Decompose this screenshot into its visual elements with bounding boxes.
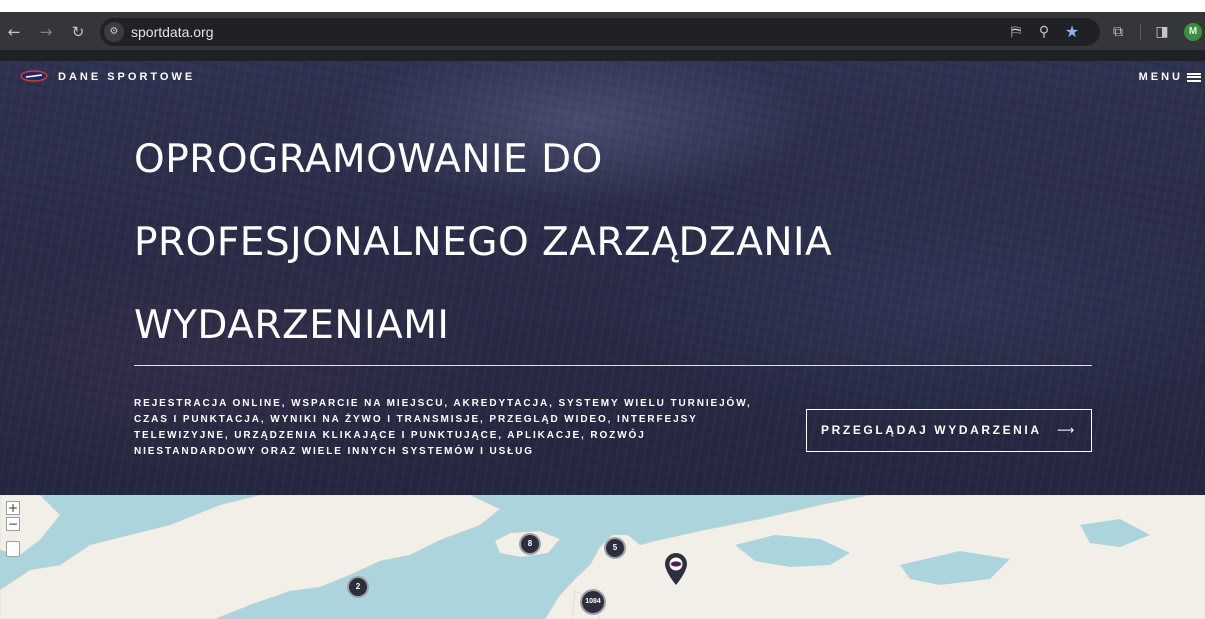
description-line: NIESTANDARDOWY ORAZ WIELE INNYCH SYSTEMÓ…: [134, 446, 534, 457]
cta-label: PRZEGLĄDAJ WYDARZENIA: [821, 423, 1042, 437]
menu-button[interactable]: MENU: [1139, 71, 1201, 83]
toolbar-divider: [1140, 24, 1141, 40]
headline-line: OPROGRAMOWANIE DO: [134, 137, 603, 182]
hero-description: REJESTRACJA ONLINE, WSPARCIE NA MIEJSCU,…: [134, 396, 794, 460]
menu-label: MENU: [1138, 71, 1183, 83]
side-panel-button[interactable]: ◨: [1152, 22, 1172, 42]
map-cluster-marker[interactable]: 1084: [580, 589, 606, 615]
map-pin-icon[interactable]: [664, 552, 688, 586]
map-cluster-marker[interactable]: 8: [519, 533, 541, 555]
zoom-button[interactable]: ⚲: [1034, 22, 1054, 42]
address-bar[interactable]: [100, 18, 1100, 46]
description-line: REJESTRACJA ONLINE, WSPARCIE NA MIEJSCU,…: [134, 398, 752, 409]
tune-icon: ⚙: [109, 26, 119, 37]
headline-line: WYDARZENIAMI: [134, 303, 450, 348]
star-icon: ★: [1064, 22, 1080, 41]
description-line: TELEWIZYJNE, URZĄDZENIA KLIKAJĄCE I PUNK…: [134, 430, 646, 441]
hero-headline: OPROGRAMOWANIE DO PROFESJONALNEGO ZARZĄD…: [134, 118, 1114, 367]
arrow-right-icon: ⟶: [1057, 423, 1077, 437]
reload-icon: ↻: [71, 23, 85, 41]
site-info-button[interactable]: ⚙: [104, 22, 124, 42]
tab-strip: [0, 0, 1205, 12]
hero-divider: [134, 365, 1092, 366]
layer-control-button[interactable]: [6, 541, 20, 557]
arrow-right-icon: →: [39, 23, 53, 41]
description-line: CZAS I PUNKTACJA, WYNIKI NA ŻYWO I TRANS…: [134, 414, 698, 425]
zoom-out-button[interactable]: −: [6, 517, 20, 531]
back-button[interactable]: ←: [4, 22, 24, 42]
hamburger-icon: [1187, 72, 1201, 82]
arrow-left-icon: ←: [7, 23, 21, 41]
extensions-button[interactable]: ⧉: [1108, 22, 1128, 42]
reload-button[interactable]: ↻: [68, 22, 88, 42]
translate-button[interactable]: ⛿: [1006, 22, 1026, 42]
url-text[interactable]: sportdata.org: [131, 24, 214, 40]
zoom-in-button[interactable]: +: [6, 501, 20, 515]
side-panel-icon: ◨: [1155, 24, 1169, 40]
browse-events-button[interactable]: PRZEGLĄDAJ WYDARZENIA ⟶: [806, 409, 1092, 452]
translate-icon: ⛿: [1010, 24, 1022, 40]
puzzle-icon: ⧉: [1113, 24, 1123, 40]
brand-name[interactable]: DANE SPORTOWE: [58, 71, 195, 83]
map-cluster-marker[interactable]: 2: [347, 576, 369, 598]
brand-logo-icon[interactable]: [20, 70, 48, 82]
forward-button[interactable]: →: [36, 22, 56, 42]
profile-avatar[interactable]: M: [1184, 23, 1202, 41]
bookmark-button[interactable]: ★: [1062, 22, 1082, 42]
map-cluster-marker[interactable]: 5: [604, 537, 626, 559]
zoom-icon: ⚲: [1038, 24, 1050, 40]
headline-line: PROFESJONALNEGO ZARZĄDZANIA: [134, 220, 833, 265]
